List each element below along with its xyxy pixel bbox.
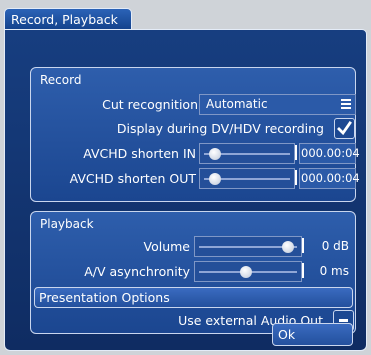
avchd-in-slider[interactable] <box>199 143 295 164</box>
volume-separator <box>302 238 304 253</box>
avchd-out-value-field[interactable]: 000.00:04 <box>299 168 360 189</box>
avchd-in-value-field[interactable]: 000.00:04 <box>299 143 360 164</box>
display-during-checkbox[interactable] <box>334 118 355 139</box>
record-group: Record Cut recognition Automatic Display… <box>30 67 360 202</box>
volume-knob[interactable] <box>282 241 294 253</box>
record-group-title: Record <box>40 73 82 87</box>
av-async-slider[interactable] <box>194 261 302 282</box>
avchd-in-value: 000.00:04 <box>301 146 360 160</box>
cut-recognition-label: Cut recognition <box>102 97 198 112</box>
playback-group-title: Playback <box>40 217 94 231</box>
av-async-separator <box>302 263 304 278</box>
record-playback-dialog: Record Cut recognition Automatic Display… <box>4 29 367 351</box>
cut-recognition-value: Automatic <box>206 97 268 111</box>
ok-button[interactable]: Ok <box>272 323 353 346</box>
av-async-value: 0 ms <box>319 264 349 278</box>
checkmark-icon <box>337 121 352 136</box>
avchd-out-label: AVCHD shorten OUT <box>69 171 196 186</box>
avchd-out-separator <box>295 170 297 185</box>
cut-recognition-select[interactable]: Automatic <box>199 94 356 115</box>
av-async-knob[interactable] <box>240 266 252 278</box>
display-during-label: Display during DV/HDV recording <box>116 121 324 136</box>
avchd-in-label: AVCHD shorten IN <box>83 146 196 161</box>
playback-group: Playback Volume 0 dB A/V asynchronity 0 … <box>30 211 356 334</box>
volume-slider[interactable] <box>194 236 302 257</box>
list-icon <box>341 99 351 109</box>
dialog-tab: Record, Playback <box>4 8 132 30</box>
avchd-out-value: 000.00:04 <box>301 171 360 185</box>
avchd-in-knob[interactable] <box>209 148 221 160</box>
av-async-label: A/V asynchronity <box>84 264 190 279</box>
dash-icon <box>339 319 348 322</box>
avchd-out-slider[interactable] <box>199 168 295 189</box>
avchd-in-separator <box>295 145 297 160</box>
volume-value: 0 dB <box>321 239 349 253</box>
volume-label: Volume <box>143 239 191 254</box>
avchd-out-knob[interactable] <box>209 173 221 185</box>
presentation-options-button[interactable]: Presentation Options <box>34 287 353 308</box>
